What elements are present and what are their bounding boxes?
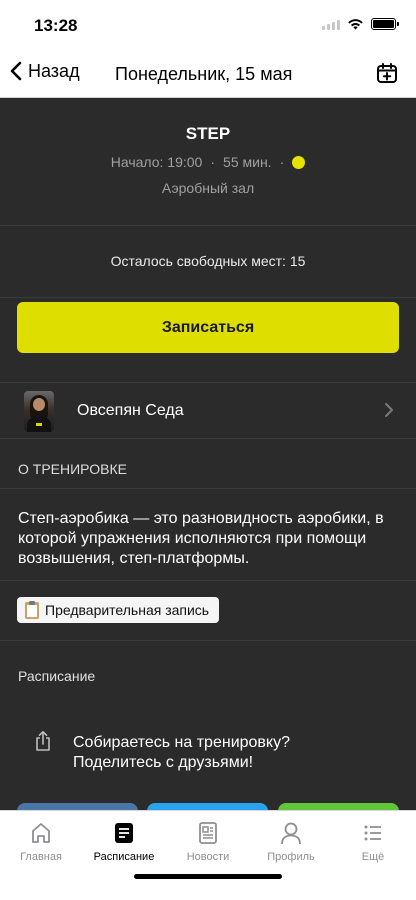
class-start-time: Начало: 19:00 bbox=[110, 154, 203, 170]
meta-separator: · bbox=[279, 154, 285, 170]
chevron-right-icon bbox=[385, 403, 393, 417]
badge-label: Предварительная запись bbox=[45, 602, 210, 618]
home-indicator bbox=[134, 874, 282, 879]
tab-home[interactable]: Главная bbox=[1, 821, 81, 863]
tab-label: Расписание bbox=[93, 851, 155, 863]
news-icon bbox=[199, 822, 217, 844]
share-line-1: Собираетесь на тренировку? bbox=[73, 734, 290, 751]
share-text: Собираетесь на тренировку? Поделитесь с … bbox=[73, 733, 290, 773]
trainer-avatar bbox=[24, 391, 54, 432]
whatsapp-share-button[interactable] bbox=[278, 803, 399, 810]
class-header: STEP Начало: 19:00 · 55 мин. · Аэробный … bbox=[0, 98, 416, 226]
signup-container: Записаться bbox=[0, 298, 416, 383]
class-hall: Аэробный зал bbox=[161, 180, 255, 196]
trainer-name: Овсепян Седа bbox=[77, 402, 184, 419]
meta-separator: · bbox=[210, 154, 216, 170]
tab-news[interactable]: Новости bbox=[168, 821, 248, 863]
page-title: Понедельник, 15 мая bbox=[115, 64, 293, 84]
tab-label: Новости bbox=[186, 851, 230, 863]
about-section-title: О ТРЕНИРОВКЕ bbox=[0, 439, 416, 489]
signup-button[interactable]: Записаться bbox=[17, 302, 399, 353]
clipboard-icon bbox=[25, 600, 39, 619]
preregistration-badge: Предварительная запись bbox=[17, 597, 220, 623]
profile-icon bbox=[281, 822, 301, 845]
tab-profile[interactable]: Профиль bbox=[251, 821, 331, 863]
class-detail: STEP Начало: 19:00 · 55 мин. · Аэробный … bbox=[0, 98, 416, 810]
telegram-share-button[interactable] bbox=[147, 803, 268, 810]
share-icon bbox=[36, 731, 50, 751]
tab-more[interactable]: Ещё bbox=[333, 821, 413, 863]
wifi-icon bbox=[348, 19, 363, 30]
back-button[interactable]: Назад bbox=[8, 60, 80, 82]
schedule-section-title: Расписание bbox=[18, 668, 96, 684]
schedule-icon bbox=[115, 823, 133, 843]
social-share-buttons bbox=[0, 803, 416, 810]
badge-row: Предварительная запись bbox=[0, 581, 416, 641]
free-seats: Осталось свободных мест: 15 bbox=[0, 226, 416, 298]
cellular-signal-icon bbox=[322, 19, 340, 30]
vk-share-button[interactable] bbox=[17, 803, 138, 810]
more-icon bbox=[364, 825, 381, 841]
home-icon bbox=[32, 823, 50, 843]
chevron-left-icon bbox=[10, 61, 22, 81]
trainer-row[interactable]: Овсепян Седа bbox=[0, 383, 416, 439]
tab-label: Ещё bbox=[361, 851, 385, 863]
battery-icon bbox=[371, 18, 399, 30]
class-description: Степ-аэробика — это разновидность аэроби… bbox=[0, 489, 416, 581]
intensity-dot bbox=[292, 155, 306, 169]
class-duration: 55 мин. bbox=[223, 154, 272, 170]
share-row[interactable]: Собираетесь на тренировку? Поделитесь с … bbox=[0, 705, 416, 805]
class-name: STEP bbox=[185, 124, 231, 143]
status-time: 13:28 bbox=[34, 16, 78, 35]
share-line-2: Поделитесь с друзьями! bbox=[73, 754, 254, 771]
class-meta: Начало: 19:00 · 55 мин. · bbox=[0, 154, 416, 170]
status-icons bbox=[322, 18, 399, 30]
tab-bar: Главная Расписание Новости Профиль Ещё bbox=[0, 810, 416, 900]
tab-label: Профиль bbox=[267, 851, 315, 863]
status-bar: 13:28 bbox=[0, 0, 416, 50]
tab-schedule[interactable]: Расписание bbox=[84, 821, 164, 863]
add-to-calendar-icon[interactable] bbox=[376, 62, 398, 84]
navigation-bar: Назад Понедельник, 15 мая bbox=[0, 50, 416, 98]
tab-label: Главная bbox=[20, 851, 62, 863]
back-label: Назад bbox=[28, 60, 80, 81]
